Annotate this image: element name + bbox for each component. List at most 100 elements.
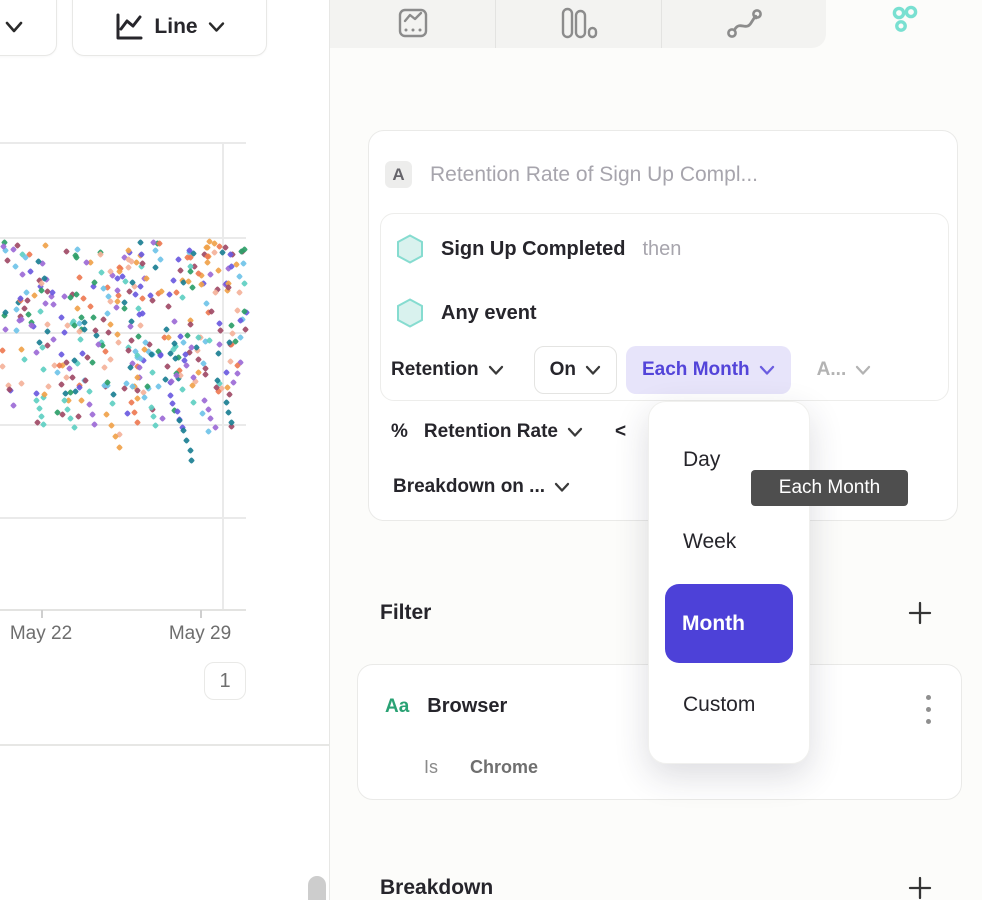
kebab-menu-icon[interactable] (926, 695, 931, 724)
event-name[interactable]: Any event (441, 302, 537, 325)
scatter-point (26, 250, 33, 257)
extra-dropdown[interactable]: A... (817, 359, 872, 381)
on-dropdown[interactable]: On (534, 346, 617, 394)
scatter-point (201, 397, 208, 404)
pagination-badge[interactable]: 1 (204, 662, 246, 700)
event-step-row[interactable]: Any event (396, 298, 537, 328)
scatter-point (204, 259, 211, 266)
scatter-point (188, 457, 195, 464)
query-title[interactable]: Retention Rate of Sign Up Compl... (430, 163, 758, 187)
scatter-point (165, 334, 172, 341)
scrollbar-thumb[interactable] (308, 876, 326, 900)
scatter-point (180, 339, 187, 346)
scatter-point (149, 369, 156, 376)
chevron-down-icon[interactable] (488, 365, 504, 376)
scatter-point (108, 422, 115, 429)
x-axis-tick (200, 610, 202, 618)
event-step-row[interactable]: Sign Up Completed then (396, 234, 681, 264)
scatter-point (67, 294, 74, 301)
scatter-point (89, 359, 96, 366)
scatter-point (44, 321, 51, 328)
scatter-point (58, 351, 65, 358)
scatter-point (64, 406, 71, 413)
scatter-point (169, 400, 176, 407)
scatter-point (134, 395, 141, 402)
scatter-point (76, 274, 83, 281)
tab-bar-view[interactable] (495, 0, 660, 48)
scatter-point (31, 292, 38, 299)
scatter-point (78, 397, 85, 404)
scatter-point (234, 307, 241, 314)
scatter-point (230, 379, 237, 386)
scatter-point (165, 303, 172, 310)
menu-item-month-selected[interactable]: Month (665, 584, 793, 663)
event-hexagon-icon (396, 234, 424, 264)
scatter-point (174, 256, 181, 263)
menu-item-week[interactable]: Week (683, 530, 736, 554)
scatter-point (203, 300, 210, 307)
add-filter-icon[interactable] (908, 601, 932, 625)
scatter-point (157, 255, 164, 262)
scatter-point (159, 415, 166, 422)
scatter-point (19, 271, 26, 278)
filter-value[interactable]: Chrome (470, 757, 538, 778)
breakdown-on-row[interactable]: Breakdown on ... (393, 476, 570, 498)
interval-dropdown[interactable]: Each Month (626, 346, 791, 394)
tab-retention-view-active[interactable] (826, 0, 982, 48)
scatter-point (23, 289, 30, 296)
filter-operator[interactable]: Is (424, 757, 438, 778)
scatter-point (25, 311, 32, 318)
scatter-point (205, 428, 212, 435)
scatter-point (77, 336, 84, 343)
app-window: Line May 22 May 29 1 (0, 0, 982, 900)
scatter-point (33, 349, 40, 356)
scatter-point (36, 405, 43, 412)
scatter-point (202, 370, 209, 377)
menu-item-day[interactable]: Day (683, 448, 720, 472)
scatter-point (89, 411, 96, 418)
rate-dropdown[interactable]: Retention Rate (424, 421, 558, 443)
metric-dropdown[interactable]: Retention (391, 359, 479, 381)
chevron-down-icon (759, 365, 775, 376)
scatter-point (101, 364, 108, 371)
menu-item-custom[interactable]: Custom (683, 693, 755, 717)
scatter-point (127, 323, 134, 330)
scatter-point (205, 406, 212, 413)
scatter-point (199, 410, 206, 417)
scatter-point (127, 364, 134, 371)
event-name[interactable]: Sign Up Completed (441, 238, 625, 261)
scatter-point (223, 399, 230, 406)
scatter-point (155, 383, 162, 390)
scatter-point (177, 267, 184, 274)
scatter-point (116, 444, 123, 451)
chevron-down-icon (855, 365, 871, 376)
scatter-point (151, 247, 158, 254)
scatter-point (189, 284, 196, 291)
scatter-point (69, 374, 76, 381)
x-axis-line (0, 609, 246, 611)
scatter-point (215, 267, 222, 274)
scatter-point (24, 297, 31, 304)
x-axis-tick-label: May 29 (155, 623, 245, 645)
scatter-point (128, 337, 135, 344)
h-gridline (0, 332, 246, 334)
filter-property-name[interactable]: Browser (427, 695, 507, 718)
operator-text[interactable]: < (615, 421, 626, 443)
chevron-down-icon[interactable] (567, 427, 583, 438)
tab-chart-view[interactable] (330, 0, 495, 48)
scatter-point (225, 409, 232, 416)
percent-prefix: % (391, 421, 408, 443)
add-breakdown-icon[interactable] (908, 876, 932, 900)
scatter-point (228, 322, 235, 329)
scatter-point (187, 447, 194, 454)
scatter-point (107, 356, 114, 363)
scatter-point (21, 355, 28, 362)
scatter-point (27, 268, 34, 275)
scatter-point (100, 316, 107, 323)
scatter-point (187, 321, 194, 328)
scatter-point (106, 321, 113, 328)
scatter-point (59, 411, 66, 418)
tab-flow-view[interactable] (661, 0, 826, 48)
scatter-point (179, 294, 186, 301)
scatter-point (223, 369, 230, 376)
